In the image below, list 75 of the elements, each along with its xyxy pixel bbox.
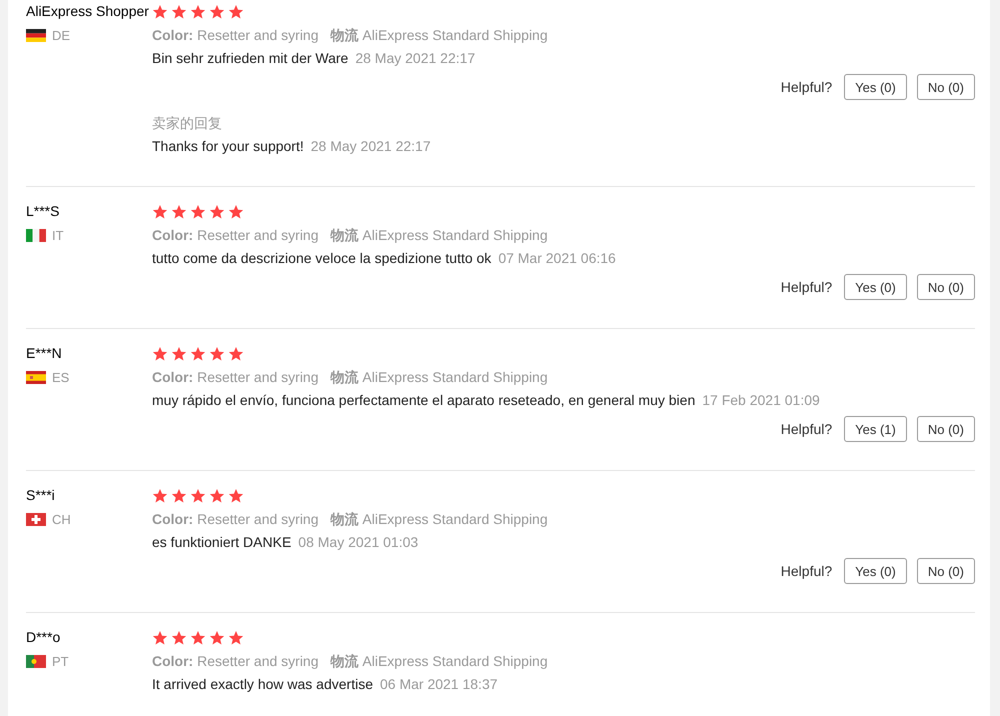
star-icon — [171, 346, 187, 362]
no-button[interactable]: No (0) — [916, 274, 975, 300]
flag-icon — [26, 655, 46, 668]
helpful-label: Helpful? — [780, 421, 832, 437]
review-date: 28 May 2021 22:17 — [355, 49, 476, 68]
shipping-info: 物流 AliExpress Standard Shipping — [330, 226, 548, 245]
country-code: IT — [52, 228, 64, 243]
star-icon — [190, 4, 206, 20]
no-button[interactable]: No (0) — [916, 558, 975, 584]
star-icon — [190, 630, 206, 646]
star-icon — [228, 488, 244, 504]
review-date: 07 Mar 2021 06:16 — [498, 249, 616, 268]
star-icon — [228, 346, 244, 362]
shipping-info: 物流 AliExpress Standard Shipping — [330, 26, 548, 45]
color-info: Color: Resetter and syring — [152, 26, 319, 45]
review-date: 08 May 2021 01:03 — [298, 533, 418, 552]
star-icon — [152, 4, 168, 20]
star-icon — [190, 488, 206, 504]
flag-icon — [26, 29, 46, 42]
yes-button[interactable]: Yes (0) — [844, 558, 907, 584]
star-icon — [228, 4, 244, 20]
helpful-label: Helpful? — [780, 279, 832, 295]
review-text: Bin sehr zufrieden mit der Ware — [152, 49, 348, 68]
country-code: ES — [52, 370, 70, 385]
review-date: 06 Mar 2021 18:37 — [380, 675, 498, 694]
review-text: muy rápido el envío, funciona perfectamente el aparato reseteado, en general muy bien — [152, 391, 696, 410]
reply-date: 28 May 2021 22:17 — [310, 137, 431, 156]
shipping-info: 物流 AliExpress Standard Shipping — [330, 368, 548, 387]
star-icon — [152, 488, 168, 504]
reviewer-name: AliExpress Shopper — [26, 2, 150, 20]
reviewer-name: D***o — [26, 628, 62, 646]
star-icon — [171, 630, 187, 646]
country-code: PT — [52, 654, 69, 669]
reviewer-name: L***S — [26, 202, 60, 220]
color-info: Color: Resetter and syring — [152, 368, 319, 387]
color-info: Color: Resetter and syring — [152, 510, 319, 529]
country-code: DE — [52, 28, 70, 43]
star-icon — [152, 204, 168, 220]
yes-button[interactable]: Yes (1) — [844, 416, 907, 442]
reviewer-name: S***i — [26, 486, 56, 504]
yes-button[interactable]: Yes (0) — [844, 274, 907, 300]
color-info: Color: Resetter and syring — [152, 226, 319, 245]
star-icon — [171, 488, 187, 504]
no-button[interactable]: No (0) — [916, 416, 975, 442]
star-icon — [209, 4, 225, 20]
country-code: CH — [52, 512, 71, 527]
star-icon — [152, 346, 168, 362]
review-text: es funktioniert DANKE — [152, 533, 292, 552]
no-button[interactable]: No (0) — [916, 74, 975, 100]
star-icon — [228, 204, 244, 220]
star-icon — [209, 204, 225, 220]
helpful-label: Helpful? — [780, 563, 832, 579]
star-icon — [209, 346, 225, 362]
review-text: tutto come da descrizione veloce la spedizione tutto ok — [152, 249, 492, 268]
flag-icon — [26, 513, 46, 526]
helpful-label: Helpful? — [780, 79, 832, 95]
review-date: 17 Feb 2021 01:09 — [702, 391, 820, 410]
star-icon — [171, 4, 187, 20]
reply-text: Thanks for your support! — [152, 137, 304, 156]
flag-icon — [26, 229, 46, 242]
star-icon — [209, 630, 225, 646]
shipping-info: 物流 AliExpress Standard Shipping — [330, 510, 548, 529]
star-icon — [209, 488, 225, 504]
star-icon — [190, 204, 206, 220]
review-text: It arrived exactly how was advertise — [152, 675, 373, 694]
color-info: Color: Resetter and syring — [152, 652, 319, 671]
star-icon — [152, 630, 168, 646]
star-icon — [190, 346, 206, 362]
reviewer-name: E***N — [26, 344, 63, 362]
star-icon — [228, 630, 244, 646]
shipping-info: 物流 AliExpress Standard Shipping — [330, 652, 548, 671]
flag-icon — [26, 371, 46, 384]
star-icon — [171, 204, 187, 220]
seller-reply-label: 卖家的回复 — [152, 114, 223, 133]
yes-button[interactable]: Yes (0) — [844, 74, 907, 100]
